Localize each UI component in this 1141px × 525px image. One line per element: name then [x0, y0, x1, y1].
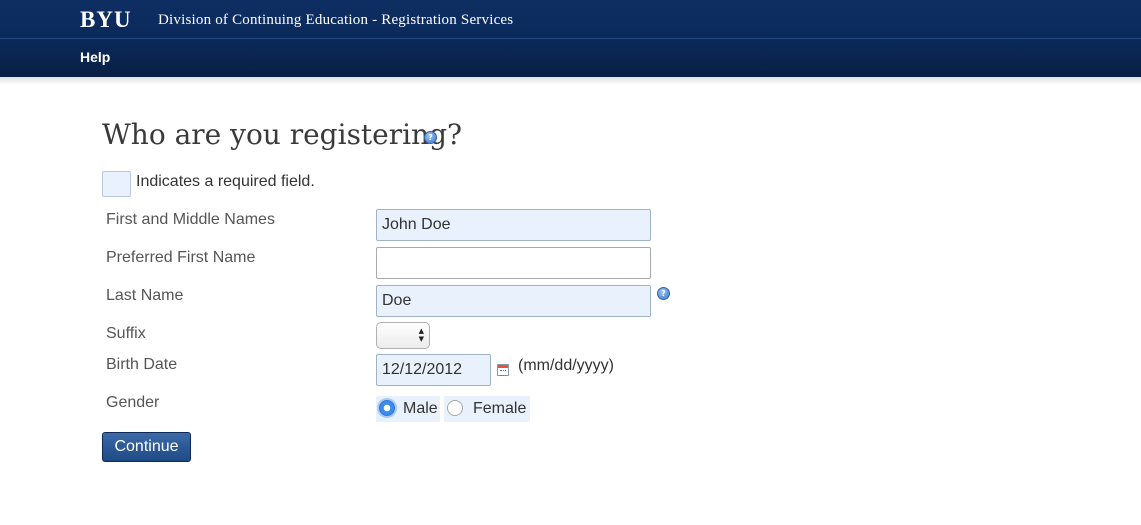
nav-bar: Help: [0, 38, 1141, 77]
byu-logo[interactable]: BYU: [80, 8, 132, 32]
female-radio-button[interactable]: [447, 400, 463, 416]
first-middle-names-input[interactable]: John Doe: [376, 209, 651, 241]
header-bar: BYU Division of Continuing Education - R…: [0, 0, 1141, 38]
required-field-swatch: [102, 171, 131, 197]
first-middle-names-label: First and Middle Names: [106, 211, 275, 228]
page-title: Who are you registering?: [102, 118, 463, 151]
last-name-help-icon[interactable]: ?: [657, 287, 670, 300]
continue-button[interactable]: Continue: [102, 432, 191, 462]
division-title: Division of Continuing Education - Regis…: [158, 12, 514, 28]
help-icon[interactable]: ?: [424, 131, 437, 144]
male-radio-button[interactable]: [379, 400, 395, 416]
male-radio-label[interactable]: Male: [403, 400, 438, 418]
last-name-label: Last Name: [106, 287, 184, 304]
preferred-first-name-input[interactable]: [376, 247, 651, 279]
suffix-label: Suffix: [106, 325, 146, 342]
birth-date-input[interactable]: 12/12/2012: [376, 354, 491, 386]
gender-option-female[interactable]: Female: [444, 396, 530, 422]
date-format-hint: (mm/dd/yyyy): [518, 357, 614, 374]
header-shadow: [0, 77, 1141, 85]
select-arrows-icon: ▲ ▼: [418, 327, 424, 343]
suffix-select[interactable]: ▲ ▼: [376, 322, 430, 349]
gender-option-male[interactable]: Male: [376, 396, 440, 422]
birth-date-label: Birth Date: [106, 356, 178, 373]
female-radio-label[interactable]: Female: [473, 400, 526, 418]
gender-label: Gender: [106, 394, 160, 411]
preferred-first-name-label: Preferred First Name: [106, 249, 256, 266]
nav-help-link[interactable]: Help: [80, 49, 110, 65]
calendar-icon[interactable]: [497, 364, 509, 376]
required-field-note: Indicates a required field.: [136, 173, 315, 190]
last-name-input[interactable]: Doe: [376, 285, 651, 317]
